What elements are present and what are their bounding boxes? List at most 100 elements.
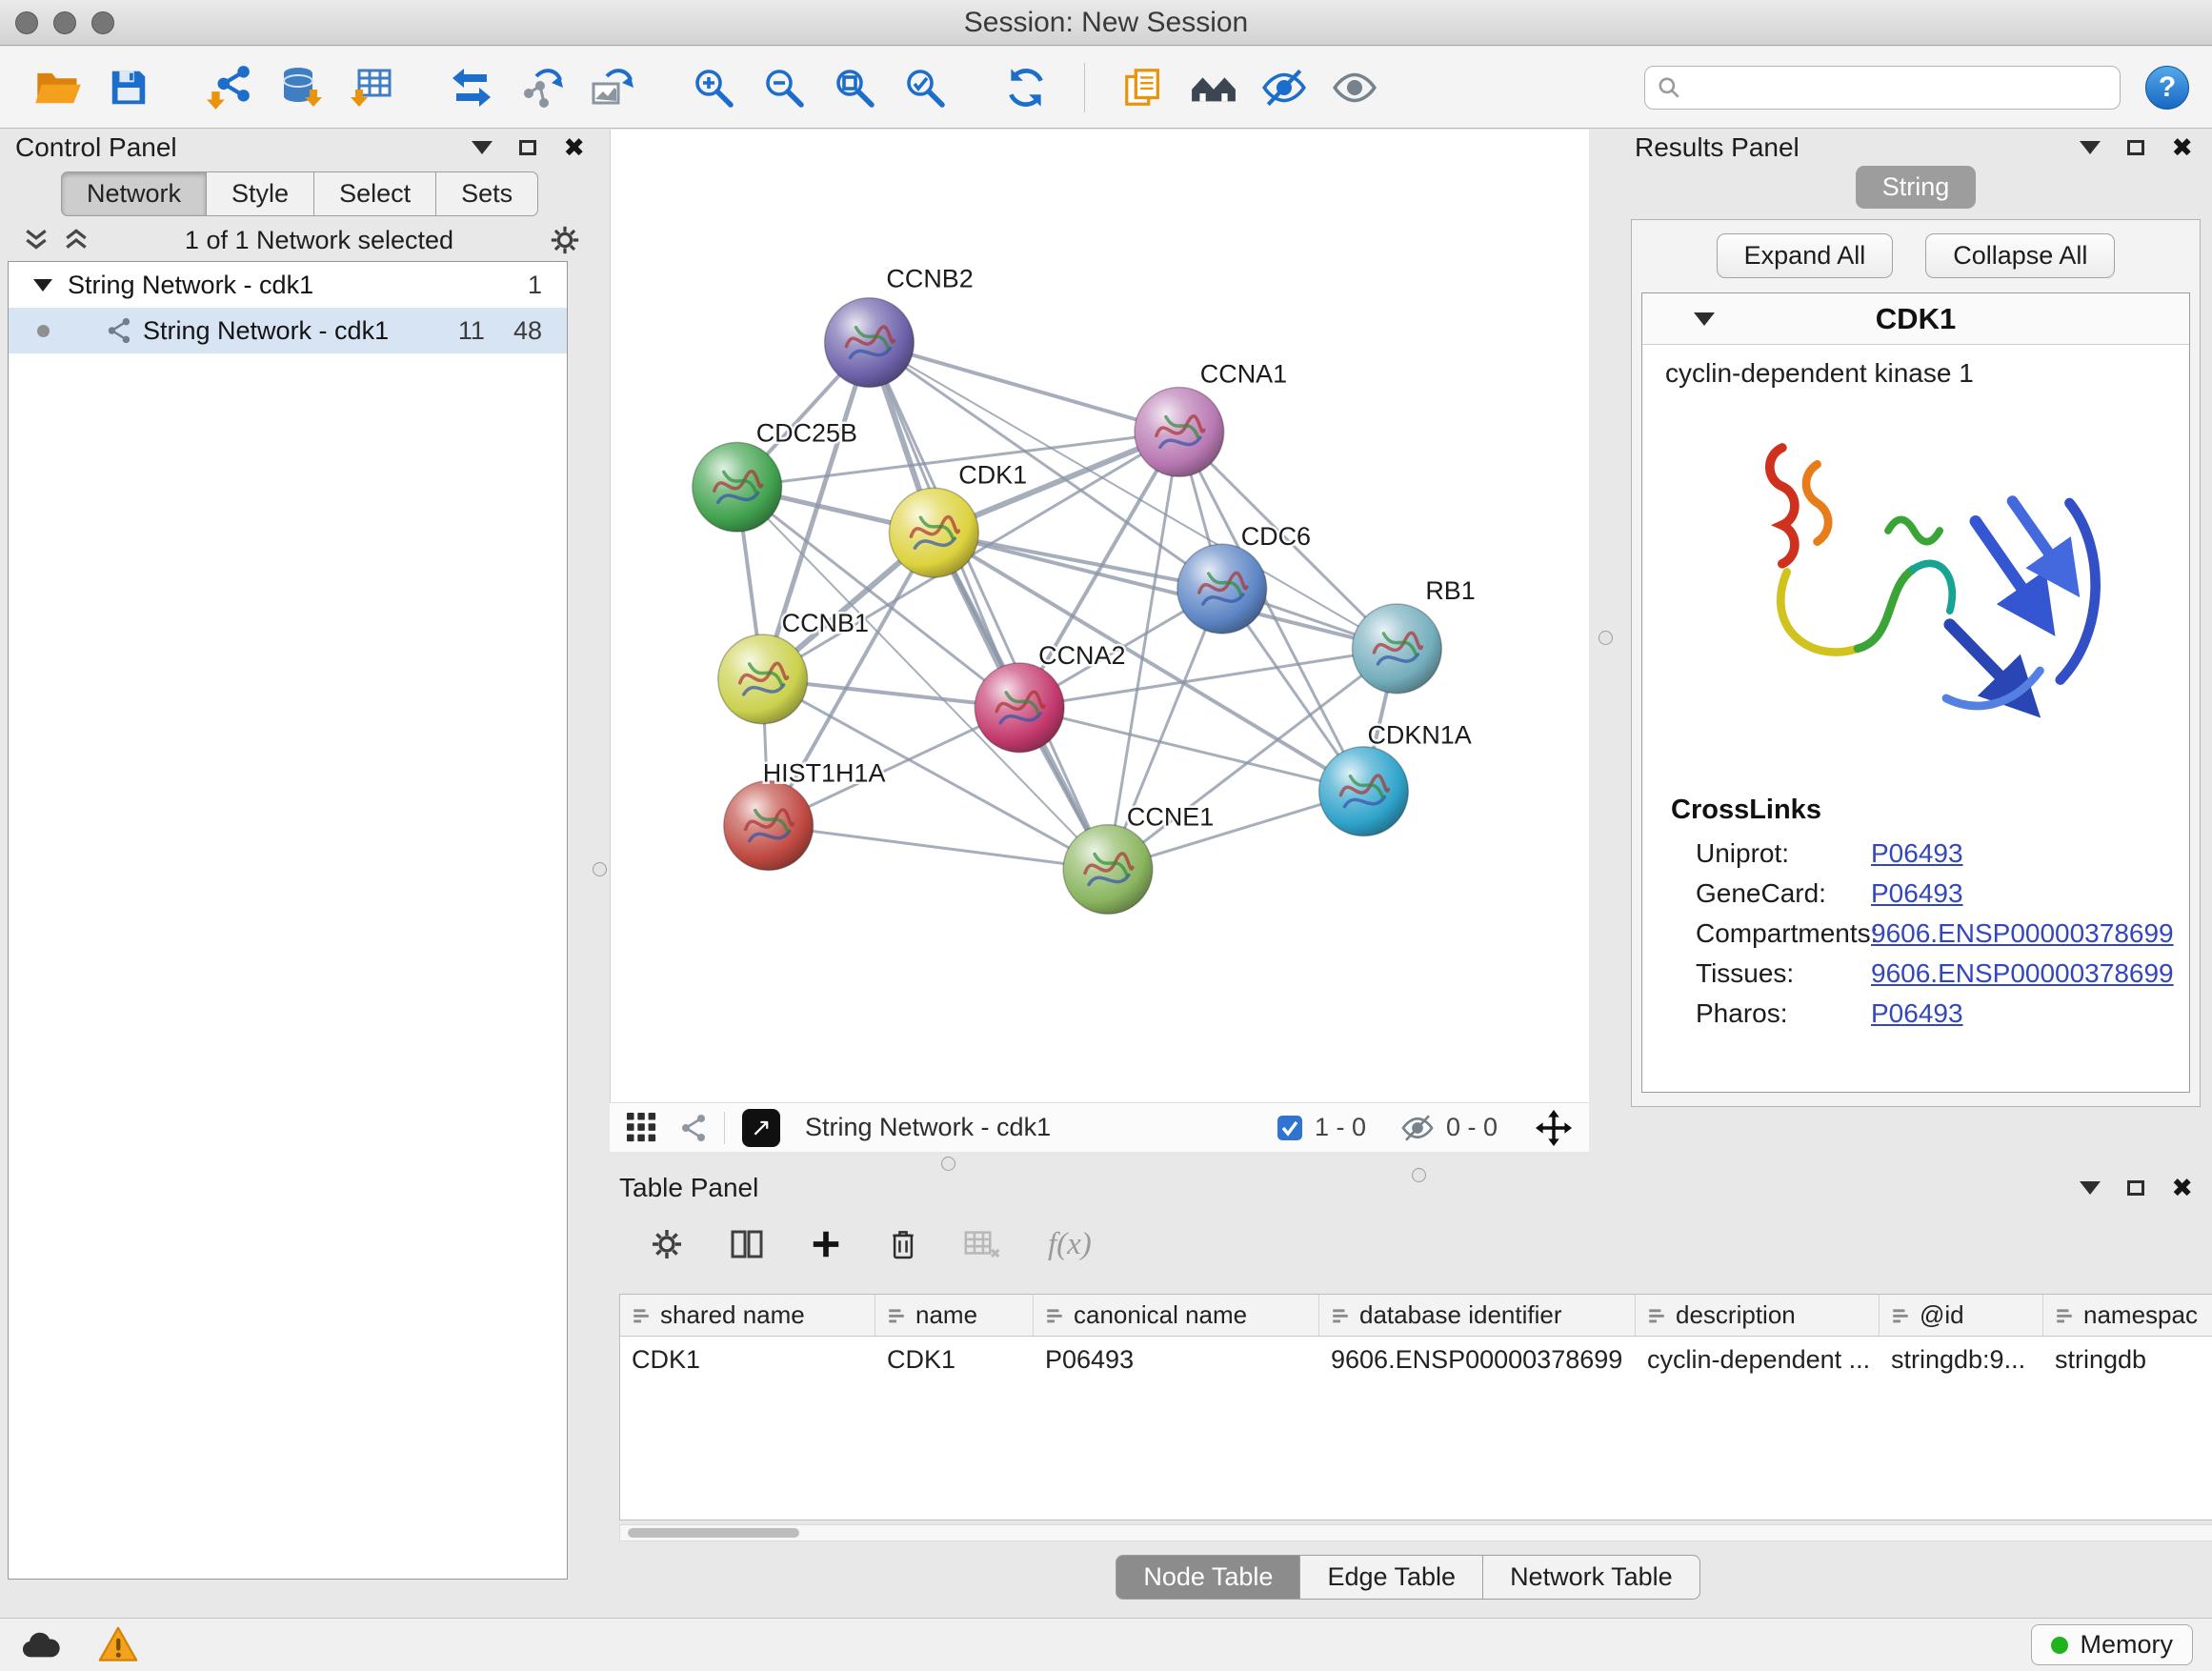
import-network-from-file-button[interactable] [194, 56, 265, 119]
node-CCNB2[interactable]: CCNB2 [825, 265, 974, 388]
import-network-from-database-button[interactable] [265, 56, 335, 119]
crosslink-link[interactable]: 9606.ENSP00000378699 [1871, 958, 2174, 989]
gear-icon[interactable] [650, 1227, 684, 1261]
crosslink-link[interactable]: P06493 [1871, 838, 1963, 869]
collapse-all-button[interactable]: Collapse All [1925, 233, 2115, 278]
save-session-button[interactable] [93, 56, 164, 119]
panel-collapse-icon[interactable] [472, 141, 493, 154]
node-CDKN1A[interactable]: CDKN1A [1319, 721, 1472, 836]
protein-entry-header[interactable]: CDK1 [1642, 293, 2189, 345]
column-header[interactable]: @id [1880, 1295, 2043, 1336]
help-button[interactable]: ? [2145, 66, 2189, 110]
move-crosshair-icon[interactable] [1536, 1110, 1572, 1146]
copy-documents-button[interactable] [1108, 56, 1178, 119]
panel-float-icon[interactable] [2127, 140, 2144, 155]
expand-all-button[interactable]: Expand All [1717, 233, 1894, 278]
import-table-button[interactable] [335, 56, 406, 119]
tree-row-collection[interactable]: String Network - cdk1 1 [9, 262, 567, 308]
splitter-handle[interactable] [941, 1157, 955, 1171]
export-network-button[interactable] [507, 56, 577, 119]
table-cell[interactable]: P06493 [1034, 1337, 1319, 1382]
column-header[interactable]: description [1636, 1295, 1880, 1336]
table-horizontal-scrollbar[interactable] [619, 1524, 2212, 1541]
network-view-canvas[interactable]: CCNB2CCNA1CDC25BCDK1CDC6RB1CCNB1CCNA2CDK… [610, 130, 1589, 1102]
tab-select[interactable]: Select [314, 171, 436, 216]
grid-view-icon[interactable] [627, 1113, 657, 1143]
crosslink-label: Uniprot: [1696, 838, 1871, 869]
node-CDK1[interactable]: CDK1 [889, 460, 1027, 577]
crosslink-link[interactable]: P06493 [1871, 998, 1963, 1029]
zoom-in-button[interactable] [678, 56, 749, 119]
selected-checkbox-icon[interactable] [1277, 1115, 1303, 1141]
column-header[interactable]: name [875, 1295, 1034, 1336]
show-all-button[interactable] [1319, 56, 1390, 119]
panel-float-icon[interactable] [2127, 1180, 2144, 1196]
column-header[interactable]: shared name [620, 1295, 875, 1336]
panel-collapse-icon[interactable] [2080, 141, 2101, 154]
edge-CCNA2-CDKN1A[interactable] [1019, 708, 1363, 792]
panel-collapse-icon[interactable] [2080, 1181, 2101, 1195]
export-image-button[interactable] [577, 56, 648, 119]
tab-style[interactable]: Style [207, 171, 314, 216]
crosslink-link[interactable]: 9606.ENSP00000378699 [1871, 918, 2174, 949]
columns-icon[interactable] [730, 1227, 764, 1261]
add-row-icon[interactable] [810, 1228, 842, 1260]
cloud-icon[interactable] [19, 1630, 61, 1660]
edge-CCNB2-CCNE1[interactable] [869, 343, 1108, 870]
detach-view-button[interactable]: ↗ [742, 1109, 780, 1147]
zoom-out-button[interactable] [749, 56, 819, 119]
tree-disclosure-icon[interactable] [33, 279, 52, 292]
open-session-button[interactable] [23, 56, 93, 119]
home-views-button[interactable] [1178, 56, 1249, 119]
node-CCNB1[interactable]: CCNB1 [718, 609, 869, 724]
tab-node-table[interactable]: Node Table [1116, 1555, 1300, 1600]
panel-close-icon[interactable]: ✖ [2171, 1176, 2193, 1201]
zoom-fit-button[interactable] [819, 56, 890, 119]
swap-networks-button[interactable] [436, 56, 507, 119]
panel-close-icon[interactable]: ✖ [2171, 135, 2193, 161]
collapse-all-icon[interactable] [23, 227, 50, 253]
tab-network[interactable]: Network [61, 171, 207, 216]
panel-close-icon[interactable]: ✖ [563, 135, 585, 161]
scrollbar-thumb[interactable] [628, 1528, 799, 1538]
warning-icon[interactable] [97, 1625, 139, 1663]
refresh-view-button[interactable] [991, 56, 1061, 119]
column-header[interactable]: canonical name [1034, 1295, 1319, 1336]
search-input[interactable] [1681, 69, 2108, 107]
table-cell[interactable]: stringdb [2043, 1337, 2212, 1382]
delete-row-icon[interactable] [888, 1227, 918, 1261]
edge-HIST1H1A-CCNE1[interactable] [769, 826, 1108, 870]
tab-edge-table[interactable]: Edge Table [1300, 1555, 1483, 1600]
table-cell[interactable]: CDK1 [875, 1337, 1034, 1382]
splitter-handle[interactable] [1599, 631, 1613, 645]
tree-row-network[interactable]: String Network - cdk1 11 48 [9, 308, 567, 353]
expand-all-icon[interactable] [63, 227, 90, 253]
column-header[interactable]: database identifier [1319, 1295, 1636, 1336]
toolbar-search[interactable] [1644, 66, 2121, 110]
hidden-eye-icon[interactable] [1400, 1111, 1435, 1145]
entry-disclosure-icon[interactable] [1694, 312, 1715, 326]
table-cell[interactable]: stringdb:9... [1880, 1337, 2043, 1382]
splitter-handle[interactable] [1412, 1168, 1426, 1182]
table-cell[interactable]: cyclin-dependent ... [1636, 1337, 1880, 1382]
hide-selected-button[interactable] [1249, 56, 1319, 119]
edge-CCNB2-CCNA1[interactable] [869, 343, 1178, 433]
table-cell[interactable]: CDK1 [620, 1337, 875, 1382]
tab-sets[interactable]: Sets [436, 171, 538, 216]
splitter-handle[interactable] [593, 862, 607, 876]
gear-icon[interactable] [549, 224, 581, 256]
crosslink-link[interactable]: P06493 [1871, 878, 1963, 909]
column-header[interactable]: namespac [2043, 1295, 2212, 1336]
node-CDC6[interactable]: CDC6 [1177, 522, 1311, 634]
node-RB1[interactable]: RB1 [1352, 576, 1475, 694]
node-HIST1H1A[interactable]: HIST1H1A [724, 759, 886, 871]
table-row[interactable]: CDK1 CDK1 P06493 9606.ENSP00000378699 cy… [620, 1337, 2212, 1382]
memory-button[interactable]: Memory [2031, 1624, 2193, 1665]
zoom-selected-button[interactable] [890, 56, 960, 119]
table-cell[interactable]: 9606.ENSP00000378699 [1319, 1337, 1636, 1382]
tab-network-table[interactable]: Network Table [1483, 1555, 1700, 1600]
node-CCNA1[interactable]: CCNA1 [1135, 359, 1287, 476]
tab-string[interactable]: String [1856, 166, 1977, 209]
panel-float-icon[interactable] [519, 140, 536, 155]
share-view-icon[interactable] [678, 1114, 707, 1142]
